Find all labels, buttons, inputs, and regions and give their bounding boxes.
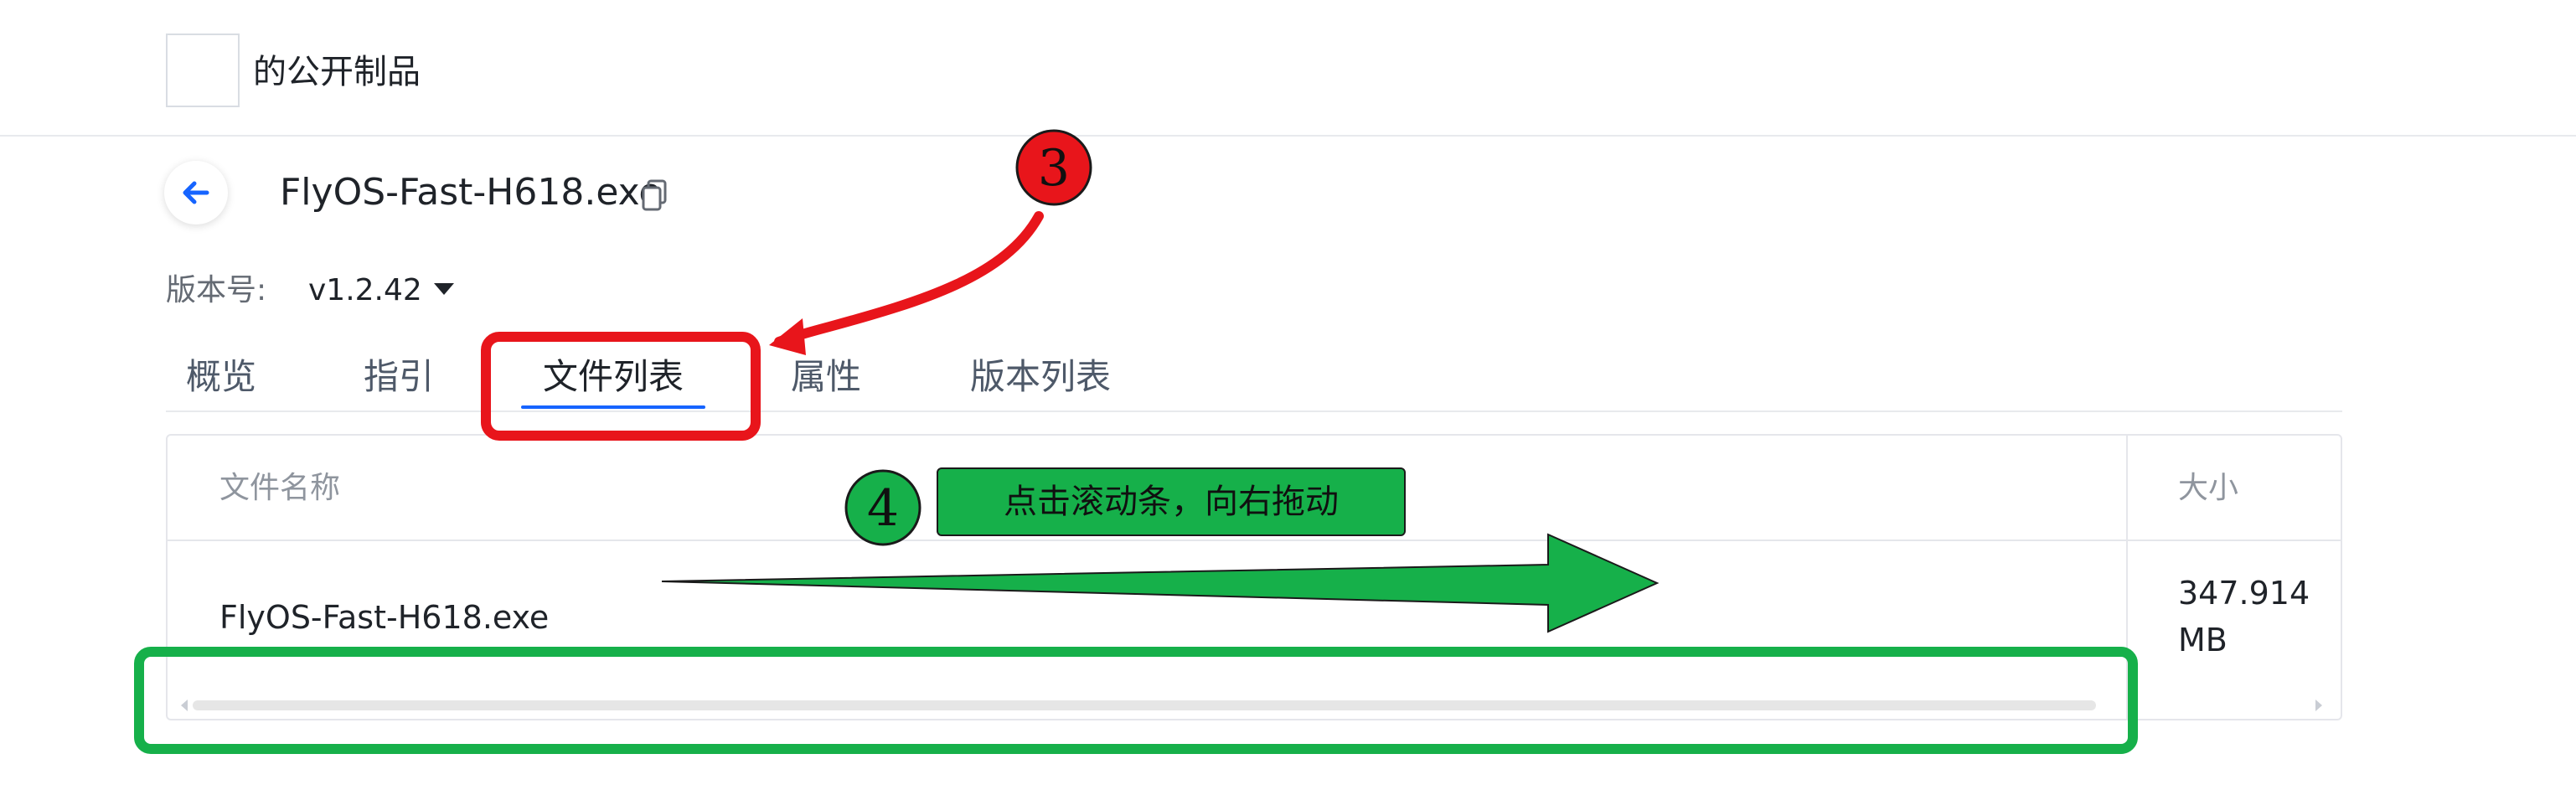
tab-version-list[interactable]: 版本列表 <box>970 352 1111 402</box>
back-button[interactable] <box>164 161 228 225</box>
scroll-left-icon[interactable] <box>178 697 191 714</box>
step3-arrow-head <box>769 318 806 355</box>
tab-overview[interactable]: 概览 <box>186 352 256 402</box>
arrow-left-icon <box>183 181 209 204</box>
column-separator <box>2126 436 2128 719</box>
table-cell-size: 347.914 MB <box>2178 575 2310 658</box>
active-tab-indicator <box>521 405 705 409</box>
column-header-name: 文件名称 <box>219 471 341 505</box>
column-header-size: 大小 <box>2178 471 2239 505</box>
scroll-right-icon[interactable] <box>2312 697 2326 714</box>
file-title: FlyOS-Fast-H618.exe <box>280 171 662 214</box>
horizontal-scrollbar[interactable] <box>193 700 2096 710</box>
top-divider <box>0 135 2576 137</box>
step3-arrow-line <box>774 211 1044 347</box>
app-logo <box>166 34 240 107</box>
step3-number: 3 <box>1037 139 1071 198</box>
version-select[interactable]: v1.2.42 <box>308 270 422 312</box>
caret-down-icon[interactable] <box>432 281 456 297</box>
version-label: 版本号: <box>166 273 267 307</box>
tab-properties[interactable]: 属性 <box>791 352 861 402</box>
step4-instruction: 点击滚动条，向右拖动 <box>937 467 1406 536</box>
table-cell-filename[interactable]: FlyOS-Fast-H618.exe <box>219 595 549 640</box>
app-title: 的公开制品 <box>253 53 421 91</box>
tabs-divider <box>166 410 2342 412</box>
copy-icon[interactable] <box>640 178 670 211</box>
step4-number: 4 <box>866 479 900 538</box>
tab-guide[interactable]: 指引 <box>364 352 434 402</box>
tab-file-list[interactable]: 文件列表 <box>543 352 684 402</box>
